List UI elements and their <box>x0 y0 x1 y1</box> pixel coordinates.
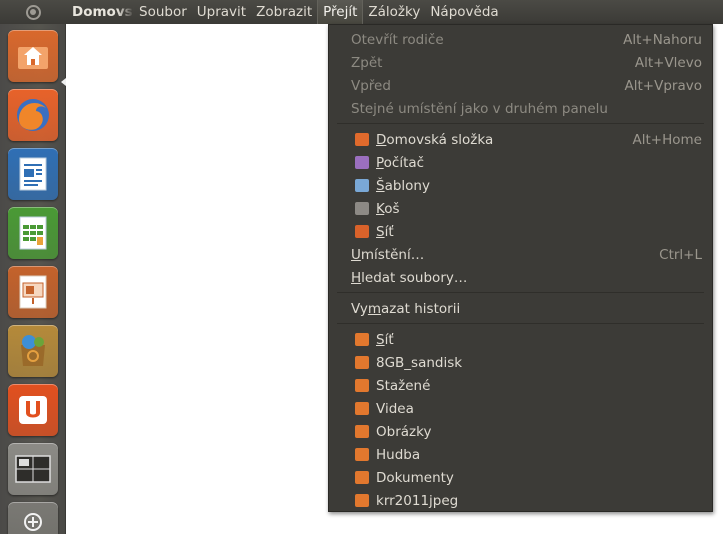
dash-apps-icon <box>22 511 44 533</box>
launcher-home-folder[interactable] <box>8 30 58 82</box>
menu-napoveda[interactable]: Nápověda <box>425 0 503 24</box>
launcher-firefox[interactable] <box>8 89 58 141</box>
menu-item-label: krr2011jpeg <box>376 492 459 509</box>
menu-item-15[interactable]: Síť <box>329 328 712 351</box>
libreoffice-impress-icon <box>18 274 48 310</box>
ubuntu-logo-icon <box>25 4 41 20</box>
menu-item-accelerator: Alt+Nahoru <box>623 31 702 48</box>
computer-icon <box>355 156 369 169</box>
folder-icon <box>355 494 369 507</box>
launcher-ubuntu-software-center[interactable] <box>8 325 58 377</box>
menu-item-label: Stejné umístění jako v druhém panelu <box>351 100 608 117</box>
network-icon <box>355 225 369 238</box>
menu-item-20[interactable]: Hudba <box>329 443 712 466</box>
menu-item-6[interactable]: Počítač <box>329 151 712 174</box>
menu-item-label: Stažené <box>376 377 431 394</box>
menu-item-label: Domovská složka <box>376 131 494 148</box>
firefox-icon <box>14 96 52 134</box>
libreoffice-calc-icon <box>18 215 48 251</box>
videos-folder-icon <box>355 402 369 415</box>
menu-item-label: Síť <box>376 331 394 348</box>
menu-separator <box>337 323 704 324</box>
menu-item-7[interactable]: Šablony <box>329 174 712 197</box>
folder-icon <box>355 356 369 369</box>
launcher-workspace-switcher[interactable] <box>8 443 58 495</box>
launcher-dash-apps[interactable] <box>8 502 58 534</box>
menu-item-16[interactable]: 8GB_sandisk <box>329 351 712 374</box>
launcher <box>0 24 66 534</box>
menu-item-label: Šablony <box>376 177 430 194</box>
menu-zalozky[interactable]: Záložky <box>363 0 425 24</box>
menu-soubor[interactable]: Soubor <box>134 0 192 24</box>
trash-icon <box>355 202 369 215</box>
app-title: Domovská složka <box>72 4 134 20</box>
menu-item-8[interactable]: Koš <box>329 197 712 220</box>
menu-item-label: 8GB_sandisk <box>376 354 463 371</box>
menu-item-2[interactable]: Vpřed Alt+Vpravo <box>329 74 712 97</box>
launcher-ubuntu-one[interactable] <box>8 384 58 436</box>
libreoffice-writer-icon <box>18 156 48 192</box>
menu-item-5[interactable]: Domovská složka Alt+Home <box>329 128 712 151</box>
dash-button[interactable] <box>0 0 66 24</box>
menu-item-label: Síť <box>376 223 394 240</box>
menu-item-label: Dokumenty <box>376 469 454 486</box>
music-folder-icon <box>355 448 369 461</box>
launcher-libreoffice-calc[interactable] <box>8 207 58 259</box>
menu-upravit[interactable]: Upravit <box>192 0 251 24</box>
downloads-folder-icon <box>355 379 369 392</box>
menu-item-17[interactable]: Stažené <box>329 374 712 397</box>
menu-item-label: Hledat soubory… <box>351 269 468 286</box>
menu-item-22[interactable]: krr2011jpeg <box>329 489 712 512</box>
workspace-switcher-icon <box>15 455 51 483</box>
documents-folder-icon <box>355 471 369 484</box>
menu-item-label: Koš <box>376 200 400 217</box>
menu-item-label: Počítač <box>376 154 425 171</box>
menu-separator <box>337 292 704 293</box>
menu-item-label: Vymazat historii <box>351 300 461 317</box>
menu-item-accelerator: Alt+Vlevo <box>634 54 702 71</box>
menu-item-label: Vpřed <box>351 77 391 94</box>
menu-item-11[interactable]: Hledat soubory… <box>329 266 712 289</box>
folder-icon <box>355 333 369 346</box>
home-folder-icon <box>16 41 50 71</box>
menu-item-label: Obrázky <box>376 423 432 440</box>
menu-item-label: Otevřít rodiče <box>351 31 444 48</box>
menu-item-21[interactable]: Dokumenty <box>329 466 712 489</box>
menu-item-label: Zpět <box>351 54 383 71</box>
menu-item-label: Hudba <box>376 446 421 463</box>
menu-item-accelerator: Alt+Vpravo <box>624 77 702 94</box>
menu-prejit[interactable]: Přejít <box>317 0 364 24</box>
ubuntu-one-icon <box>16 393 50 427</box>
menu-item-13[interactable]: Vymazat historii <box>329 297 712 320</box>
menu-item-accelerator: Alt+Home <box>632 131 702 148</box>
ubuntu-software-center-icon <box>15 333 51 369</box>
goto-menu: Otevřít rodiče Alt+Nahoru Zpět Alt+Vlevo Vpř… <box>328 24 713 512</box>
menu-item-19[interactable]: Obrázky <box>329 420 712 443</box>
menu-item-3[interactable]: Stejné umístění jako v druhém panelu <box>329 97 712 120</box>
menu-item-label: Videa <box>376 400 414 417</box>
menu-separator <box>337 123 704 124</box>
running-indicator <box>61 78 66 86</box>
pictures-folder-icon <box>355 425 369 438</box>
menu-item-18[interactable]: Videa <box>329 397 712 420</box>
top-panel: Domovská složka Soubor Upravit Zobrazit … <box>0 0 723 24</box>
menu-item-1[interactable]: Zpět Alt+Vlevo <box>329 51 712 74</box>
menu-item-10[interactable]: Umístění… Ctrl+L <box>329 243 712 266</box>
menu-item-accelerator: Ctrl+L <box>659 246 702 263</box>
menu-item-9[interactable]: Síť <box>329 220 712 243</box>
menu-item-label: Umístění… <box>351 246 425 263</box>
templates-icon <box>355 179 369 192</box>
home-folder-icon <box>355 133 369 146</box>
menu-item-0[interactable]: Otevřít rodiče Alt+Nahoru <box>329 28 712 51</box>
menu-zobrazit[interactable]: Zobrazit <box>251 0 317 24</box>
launcher-libreoffice-writer[interactable] <box>8 148 58 200</box>
launcher-libreoffice-impress[interactable] <box>8 266 58 318</box>
